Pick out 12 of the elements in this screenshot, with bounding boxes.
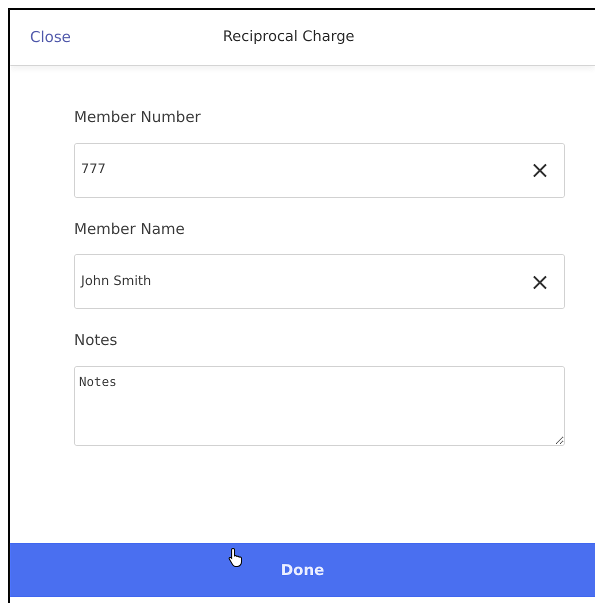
input-field[interactable]: John Smith × (74, 254, 565, 309)
field-label: Notes (74, 330, 118, 351)
close-button[interactable]: Close (30, 26, 71, 49)
field-label: Member Number (74, 107, 202, 128)
clear-button[interactable]: × (526, 158, 554, 182)
notes-field[interactable]: Notes (74, 366, 565, 446)
input-field[interactable]: 777 × (74, 142, 565, 198)
dialog-title: Reciprocal Charge (222, 28, 354, 47)
field-label: Member Name (74, 218, 186, 240)
pointer-cursor-icon (228, 547, 244, 567)
done-button[interactable]: Done (10, 543, 595, 597)
clear-button[interactable]: × (526, 270, 554, 294)
